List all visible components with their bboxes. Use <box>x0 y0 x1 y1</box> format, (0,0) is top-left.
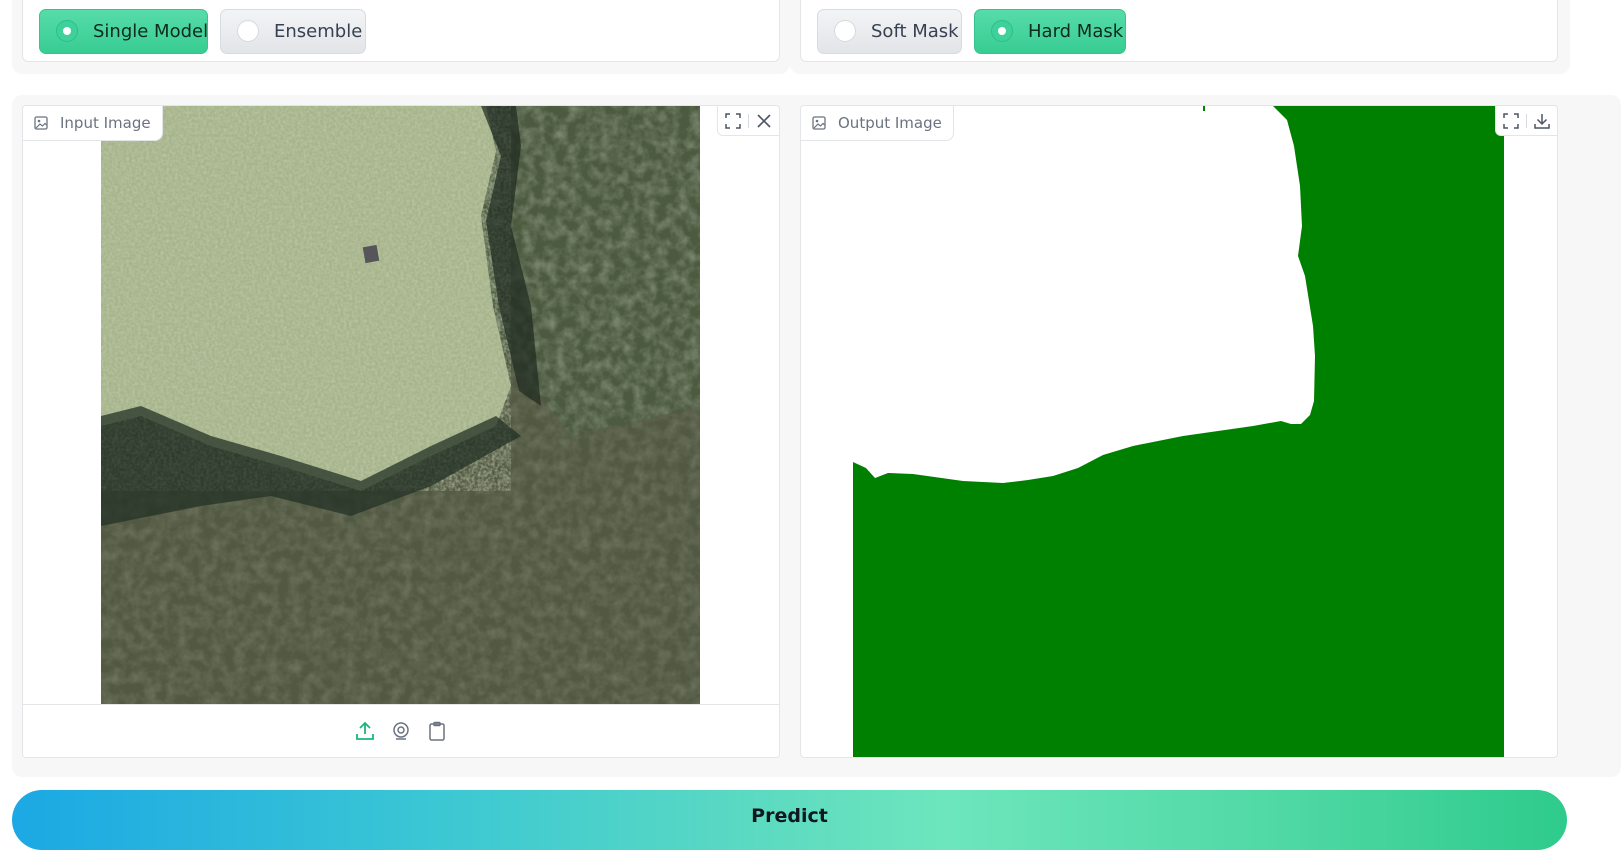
radio-ensemble[interactable]: Ensemble <box>220 8 366 54</box>
radio-unselected-icon <box>237 20 259 42</box>
aerial-input-image <box>101 106 700 705</box>
segmentation-mask-output <box>853 106 1504 757</box>
output-image-toolbar <box>1495 106 1557 136</box>
download-icon[interactable] <box>1527 106 1557 136</box>
input-image-label-chip: Input Image <box>23 106 163 141</box>
output-image-label-chip: Output Image <box>801 106 954 141</box>
input-image-toolbar <box>717 106 779 136</box>
fullscreen-icon[interactable] <box>1496 106 1526 136</box>
radio-selected-icon <box>991 20 1013 42</box>
output-image-label: Output Image <box>838 114 942 132</box>
input-image-panel: Input Image <box>22 105 780 758</box>
close-icon[interactable] <box>749 106 779 136</box>
app-root: Single Model Ensemble Soft Mask Hard Mas… <box>0 0 1621 859</box>
model-selector-block: Single Model Ensemble <box>12 0 790 74</box>
radio-single-model[interactable]: Single Model <box>39 8 209 54</box>
image-icon <box>34 116 48 130</box>
upload-icon[interactable] <box>353 719 377 743</box>
radio-hard-mask-label: Hard Mask <box>1028 20 1124 42</box>
radio-unselected-icon <box>834 20 856 42</box>
output-image-panel: Output Image <box>800 105 1558 758</box>
radio-selected-icon <box>56 20 78 42</box>
radio-soft-mask[interactable]: Soft Mask <box>817 8 962 54</box>
image-icon <box>812 116 826 130</box>
image-row: Input Image Output Image <box>12 95 1621 777</box>
input-source-bar <box>23 704 779 757</box>
radio-soft-mask-label: Soft Mask <box>871 20 959 42</box>
radio-ensemble-label: Ensemble <box>274 20 363 42</box>
radio-hard-mask[interactable]: Hard Mask <box>974 8 1126 54</box>
fullscreen-icon[interactable] <box>718 106 748 136</box>
input-image-label: Input Image <box>60 114 151 132</box>
webcam-icon[interactable] <box>389 719 413 743</box>
radio-single-model-label: Single Model <box>93 20 209 42</box>
model-radio-group: Single Model Ensemble <box>22 0 780 62</box>
predict-button[interactable]: Predict <box>12 790 1567 850</box>
mask-radio-group: Soft Mask Hard Mask <box>800 0 1558 62</box>
mask-selector-block: Soft Mask Hard Mask <box>790 0 1570 74</box>
clipboard-icon[interactable] <box>425 719 449 743</box>
